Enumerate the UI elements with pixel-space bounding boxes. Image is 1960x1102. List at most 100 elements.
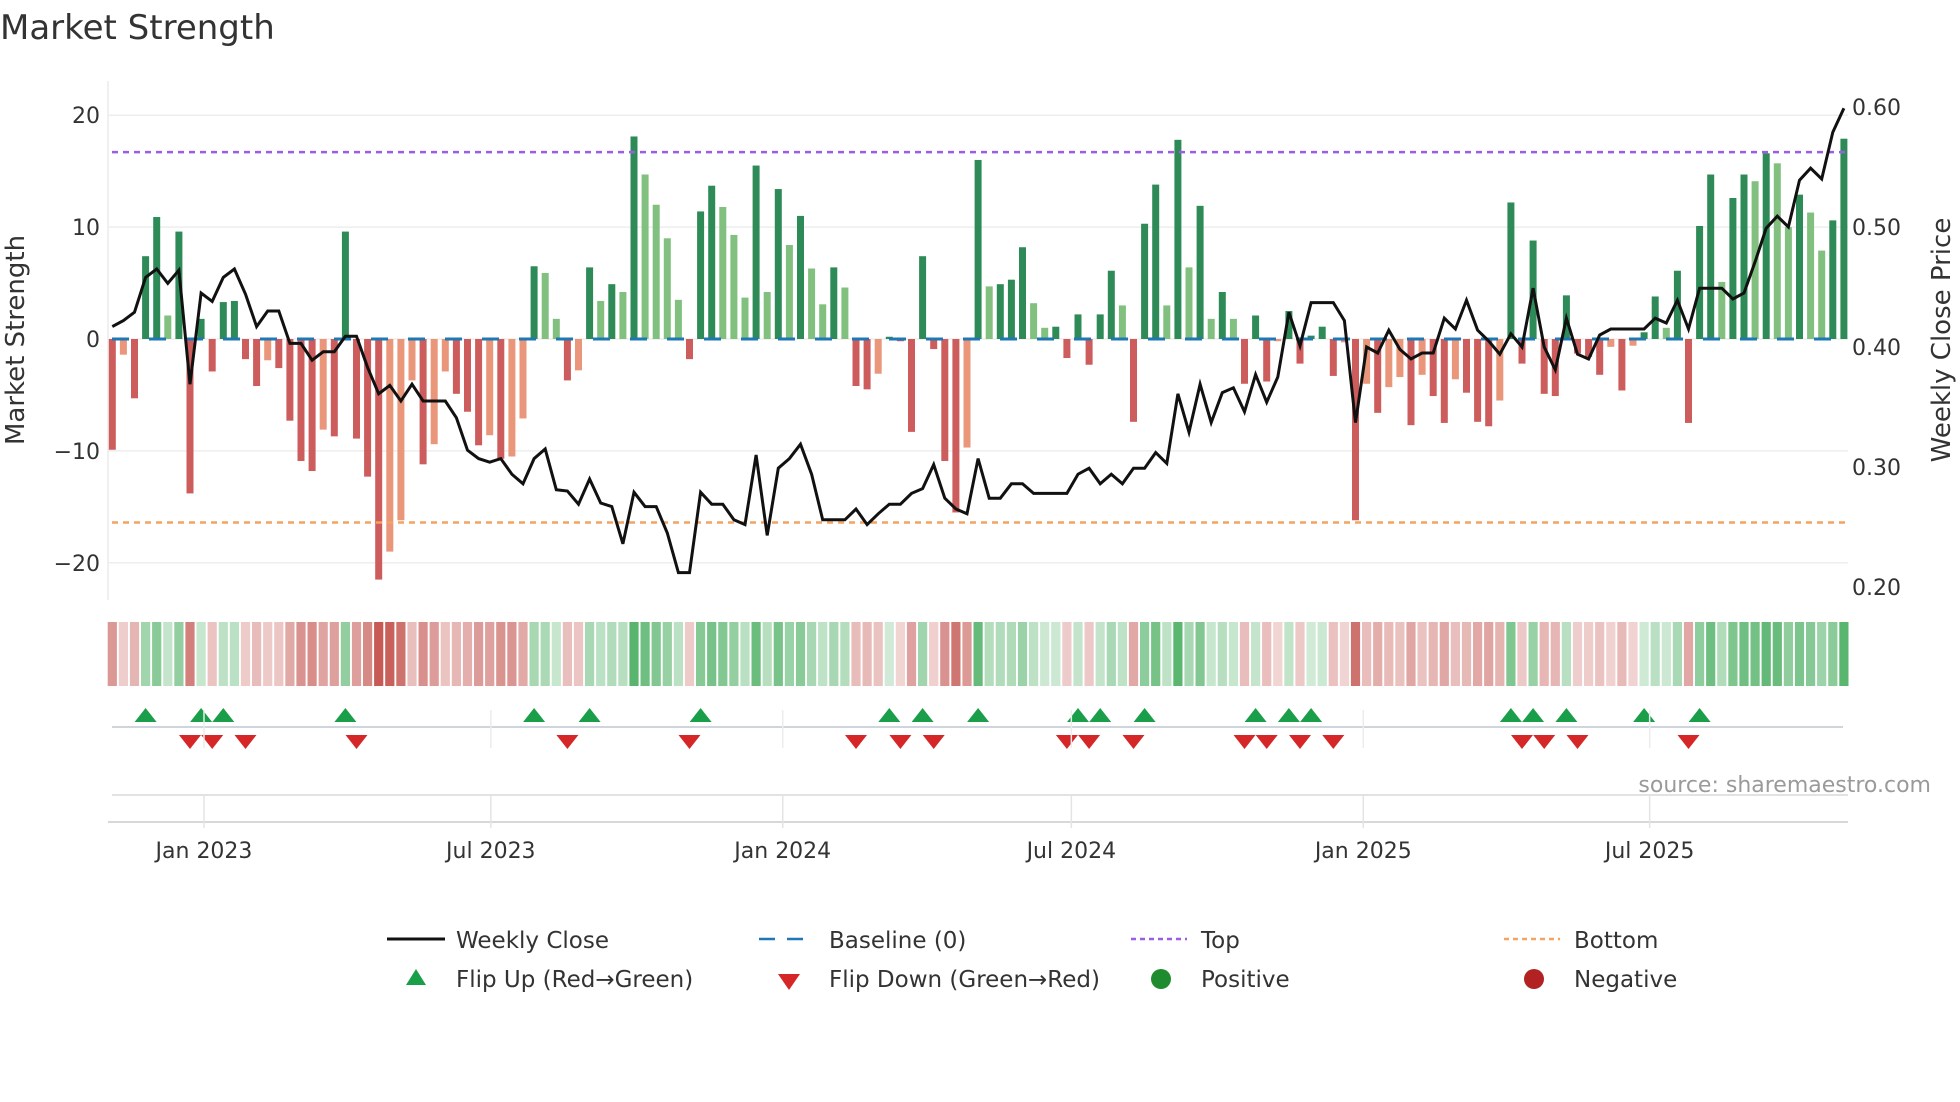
positive-bar [1773, 163, 1781, 339]
positive-bar [1107, 270, 1115, 339]
negative-bar [519, 339, 527, 419]
heat-cell [318, 622, 328, 686]
negative-bar [1485, 339, 1493, 427]
market-strength-chart: Market Strength 20 10 0 −10 −20 0.60 0.50 0.40… [0, 8, 1957, 993]
positive-bar [219, 302, 227, 339]
heat-cell [1362, 622, 1372, 686]
heat-cell [1739, 622, 1749, 686]
heat-cell [1162, 622, 1172, 686]
positive-bar [1818, 250, 1826, 339]
heat-cell [1029, 622, 1039, 686]
heat-cell [1584, 622, 1594, 686]
positive-bar [674, 299, 682, 339]
heat-cell [596, 622, 606, 686]
heat-cell [263, 622, 273, 686]
legend-negative: Negative [1574, 967, 1677, 993]
heat-cell [329, 622, 339, 686]
negative-bar [1385, 339, 1393, 388]
heat-cell [751, 622, 761, 686]
heat-cell [1128, 622, 1139, 686]
negative-circle-icon [1524, 969, 1544, 989]
heat-cell [1817, 622, 1827, 686]
heat-cell [1639, 622, 1649, 686]
positive-bar [741, 297, 749, 339]
negative-bar [941, 339, 949, 461]
negative-bar [264, 339, 272, 361]
negative-bar [131, 339, 138, 399]
heat-cell [152, 622, 162, 686]
triangle-up-icon [406, 969, 426, 985]
heat-cell [429, 622, 439, 686]
heat-cell [651, 622, 661, 686]
positive-bar [619, 292, 627, 339]
source-credit: source: sharemaestro.com [1638, 773, 1931, 798]
heat-cell [1439, 622, 1449, 686]
positive-bar [641, 174, 649, 339]
flip-up-marker [689, 708, 712, 722]
positive-bar [1840, 138, 1848, 339]
heat-cell [618, 622, 628, 686]
heat-cell [1284, 622, 1294, 686]
negative-bar [686, 339, 693, 360]
legend: Weekly Close Baseline (0) Top Bottom Fli… [387, 928, 1677, 993]
heat-cell [1794, 622, 1805, 686]
positive-bar [763, 292, 771, 339]
heat-cell [1528, 622, 1538, 686]
positive-bar [785, 245, 793, 339]
heat-cell [1273, 622, 1283, 686]
positive-bar [1829, 220, 1837, 339]
heat-cell [1683, 622, 1694, 686]
heat-cell [1595, 622, 1605, 686]
flip-down-marker [345, 735, 368, 749]
heat-cell [252, 622, 262, 686]
heat-cell [240, 622, 251, 686]
negative-bar [863, 339, 871, 390]
negative-bar [441, 339, 449, 372]
heat-cell [1839, 622, 1849, 686]
heat-cell [1140, 622, 1150, 686]
positive-bar [1030, 303, 1038, 339]
heat-cell [929, 622, 939, 686]
negative-bar [952, 339, 960, 513]
heat-cell [1151, 622, 1161, 686]
negative-bar [874, 339, 882, 374]
positive-bar [1740, 174, 1748, 339]
heat-cell [396, 622, 406, 686]
flip-up-marker [1555, 708, 1578, 722]
flip-down-marker [1511, 735, 1533, 749]
negative-bar [563, 339, 571, 381]
heat-cell [729, 622, 739, 686]
heat-cell [862, 622, 872, 686]
heat-cell [118, 622, 128, 686]
positive-bar [1141, 223, 1149, 339]
positive-bar [1207, 318, 1215, 339]
negative-bar [242, 339, 249, 360]
heat-cell [562, 622, 572, 686]
heat-cell [1306, 622, 1316, 686]
y-tick-label: 0 [86, 328, 100, 353]
right-y-ticks: 0.60 0.50 0.40 0.30 0.20 [1852, 96, 1901, 601]
x-tick-label: Jul 2025 [1603, 839, 1695, 864]
negative-bar [1440, 339, 1448, 423]
heat-cell [485, 622, 495, 686]
positive-bar [1052, 326, 1060, 339]
heat-cell [307, 622, 317, 686]
heat-cell [740, 622, 750, 686]
y-tick-label: 20 [72, 104, 100, 129]
x-tick-label: Jan 2024 [732, 839, 831, 864]
heat-cell [962, 622, 972, 686]
flip-up-marker [1089, 708, 1112, 722]
heat-cell [462, 622, 473, 686]
heat-cell [718, 622, 728, 686]
flip-down-marker [1533, 735, 1556, 749]
negative-bar [852, 339, 860, 386]
triangle-down-icon [778, 974, 800, 990]
flip-down-marker [1255, 735, 1278, 749]
heat-cell [784, 622, 794, 686]
heat-cell [551, 622, 561, 686]
heat-cell [296, 622, 306, 686]
heat-cell [1728, 622, 1738, 686]
heat-cell [285, 622, 295, 686]
positive-bar [996, 284, 1004, 339]
positive-bar [1041, 327, 1049, 339]
